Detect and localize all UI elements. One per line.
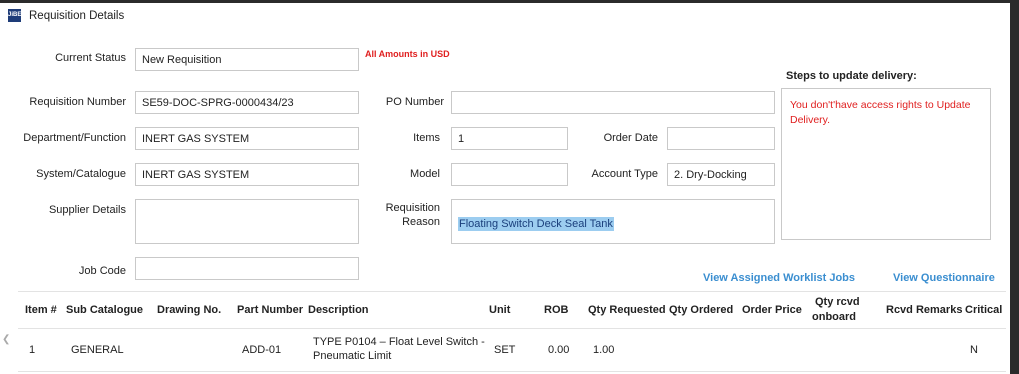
col-part-number: Part Number: [237, 304, 304, 316]
current-status-field[interactable]: New Requisition: [135, 48, 359, 71]
col-qty-requested: Qty Requested: [588, 304, 666, 316]
system-catalogue-field[interactable]: INERT GAS SYSTEM: [135, 163, 359, 186]
view-questionnaire-link[interactable]: View Questionnaire: [893, 272, 995, 284]
window-title: Requisition Details: [29, 10, 125, 22]
steps-title: Steps to update delivery:: [786, 70, 917, 82]
current-status-label: Current Status: [55, 52, 126, 64]
col-unit: Unit: [489, 304, 511, 316]
model-field[interactable]: [451, 163, 568, 186]
amounts-currency-note: All Amounts in USD: [365, 49, 450, 59]
po-number-label: PO Number: [385, 96, 444, 108]
col-qty-rcvd-line1: Qty rcvd: [815, 296, 860, 308]
col-order-price: Order Price: [742, 304, 802, 316]
col-rcvd-remarks: Rcvd Remarks: [886, 304, 963, 316]
system-catalogue-label: System/Catalogue: [36, 168, 126, 180]
cell-sub-catalogue: GENERAL: [71, 344, 124, 356]
cell-part-number: ADD-01: [242, 344, 282, 356]
cell-rob: 0.00: [548, 344, 570, 356]
col-item: Item #: [25, 304, 57, 316]
col-qty-ordered: Qty Ordered: [669, 304, 734, 316]
requisition-reason-field[interactable]: Floating Switch Deck Seal Tank: [451, 199, 775, 244]
view-worklist-link[interactable]: View Assigned Worklist Jobs: [703, 272, 855, 284]
requisition-reason-label-line2: Reason: [402, 216, 440, 228]
po-number-field[interactable]: [451, 91, 775, 114]
requisition-number-field[interactable]: SE59-DOC-SPRG-0000434/23: [135, 91, 359, 114]
requisition-number-label: Requisition Number: [29, 96, 126, 108]
cell-critical: N: [970, 344, 978, 356]
cell-description-line2: Pneumatic Limit: [313, 350, 392, 362]
table-row[interactable]: 1 GENERAL ADD-01 TYPE P0104 – Float Leve…: [18, 327, 1006, 372]
cell-description-line1: TYPE P0104 – Float Level Switch -: [313, 336, 485, 348]
requisition-details-window: JiBE Requisition Details Current Status …: [0, 3, 1010, 374]
items-field[interactable]: 1: [451, 127, 568, 150]
job-code-label: Job Code: [78, 265, 126, 277]
app-logo-icon: JiBE: [8, 9, 21, 22]
supplier-details-label: Supplier Details: [48, 204, 126, 216]
items-label: Items: [413, 132, 440, 144]
title-bar: JiBE Requisition Details: [0, 3, 1010, 31]
steps-message: You don't'have access rights to Update D…: [790, 99, 971, 126]
cell-unit: SET: [494, 344, 516, 356]
cell-qty-requested: 1.00: [593, 344, 615, 356]
department-label: Department/Function: [23, 132, 126, 144]
job-code-field[interactable]: [135, 257, 359, 280]
col-description: Description: [308, 304, 369, 316]
model-label: Model: [410, 168, 440, 180]
col-sub-catalogue: Sub Catalogue: [66, 304, 144, 316]
col-qty-rcvd-line2: onboard: [812, 311, 856, 323]
requisition-reason-label-line1: Requisition: [385, 202, 440, 214]
steps-message-box: You don't'have access rights to Update D…: [781, 88, 991, 240]
col-drawing-no: Drawing No.: [157, 304, 222, 316]
account-type-label: Account Type: [591, 168, 658, 180]
requisition-reason-selected-text: Floating Switch Deck Seal Tank: [458, 217, 614, 231]
supplier-details-field[interactable]: [135, 199, 359, 244]
chevron-left-icon[interactable]: ❮: [2, 334, 10, 345]
order-date-field[interactable]: [667, 127, 775, 150]
department-field[interactable]: INERT GAS SYSTEM: [135, 127, 359, 150]
account-type-field[interactable]: 2. Dry-Docking: [667, 163, 775, 186]
col-rob: ROB: [544, 304, 569, 316]
cell-item: 1: [29, 344, 36, 356]
items-table-header: Item # Sub Catalogue Drawing No. Part Nu…: [18, 291, 1006, 329]
order-date-label: Order Date: [603, 132, 658, 144]
col-critical: Critical: [965, 304, 1003, 316]
